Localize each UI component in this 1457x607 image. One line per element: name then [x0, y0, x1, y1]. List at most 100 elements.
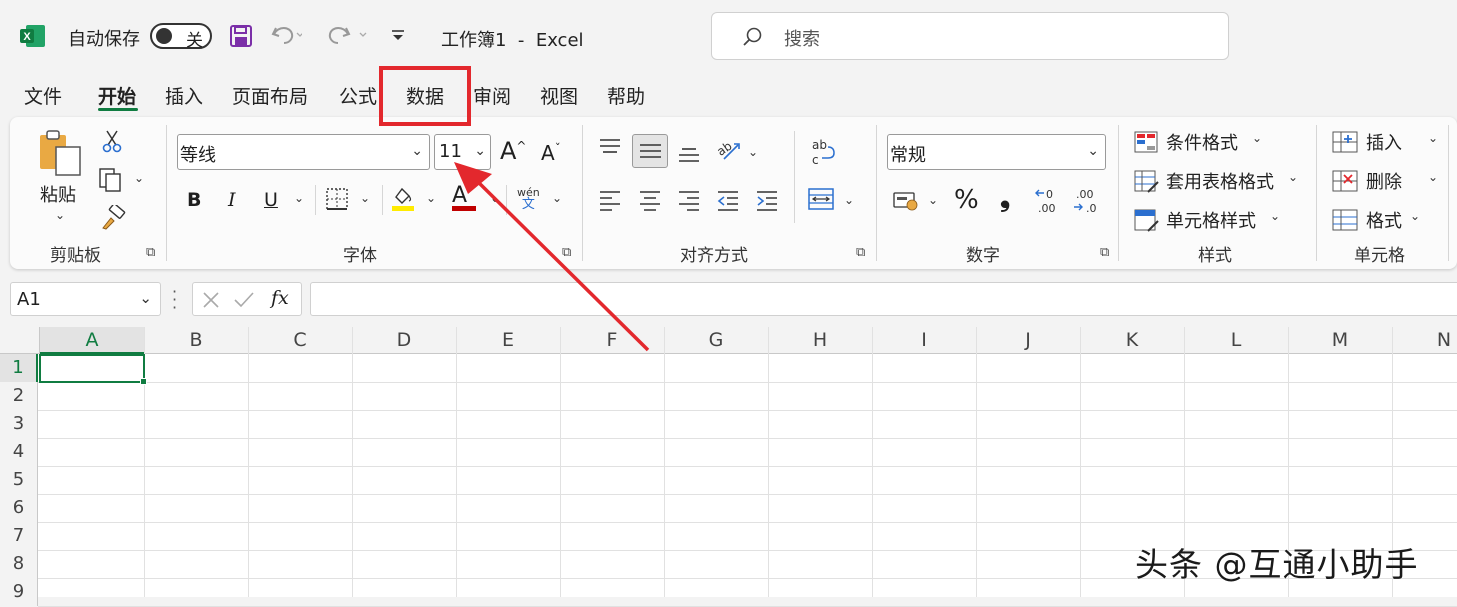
decrease-indent-icon[interactable] — [716, 189, 740, 211]
orientation-chevron-icon[interactable]: ⌄ — [748, 145, 758, 159]
enter-icon[interactable] — [233, 290, 255, 310]
column-header-n[interactable]: N — [1392, 327, 1457, 354]
column-header-i[interactable]: I — [872, 327, 976, 354]
merge-center-icon[interactable] — [807, 187, 835, 211]
number-launcher-icon[interactable]: ⧉ — [1100, 245, 1109, 260]
formula-bar-grip-icon[interactable]: · · · — [172, 284, 177, 316]
alignment-launcher-icon[interactable]: ⧉ — [856, 245, 865, 260]
column-header-h[interactable]: H — [768, 327, 872, 354]
separator — [1118, 125, 1119, 261]
copy-chevron-icon[interactable]: ⌄ — [134, 171, 144, 185]
accounting-chevron-icon[interactable]: ⌄ — [928, 193, 938, 207]
paste-icon[interactable] — [38, 129, 82, 177]
select-all-corner[interactable] — [0, 327, 40, 354]
cancel-icon[interactable] — [201, 290, 221, 310]
align-bottom-icon[interactable] — [677, 143, 701, 165]
number-format-dropdown[interactable]: 常规 ⌄ — [887, 134, 1106, 170]
tab-file[interactable]: 文件 — [24, 82, 62, 109]
grid-column-line — [976, 327, 977, 597]
fill-color-chevron-icon[interactable]: ⌄ — [426, 191, 436, 205]
row-header-9[interactable]: 9 — [0, 578, 38, 606]
clipboard-group-title: 剪贴板 — [50, 246, 101, 266]
format-as-table-icon — [1134, 170, 1159, 193]
separator — [1316, 125, 1317, 261]
redo-icon[interactable] — [328, 22, 372, 48]
percent-style-button[interactable]: % — [954, 185, 979, 215]
search-box[interactable]: 搜索 — [711, 12, 1229, 60]
align-right-icon[interactable] — [677, 189, 701, 211]
cell-styles-icon — [1134, 209, 1159, 232]
column-header-g[interactable]: G — [664, 327, 768, 354]
autosave-toggle[interactable]: 关 — [150, 23, 212, 51]
column-header-m[interactable]: M — [1288, 327, 1392, 354]
separator — [315, 185, 316, 215]
row-header-1[interactable]: 1 — [0, 354, 38, 382]
column-header-c[interactable]: C — [248, 327, 352, 354]
bold-button[interactable]: B — [187, 189, 201, 211]
grid-column-line — [560, 327, 561, 597]
conditional-formatting-chevron-icon: ⌄ — [1252, 131, 1263, 145]
merge-center-chevron-icon[interactable]: ⌄ — [844, 193, 854, 207]
conditional-formatting-icon — [1134, 131, 1158, 153]
name-box[interactable]: A1 ⌄ — [10, 282, 161, 316]
format-cells-chevron-icon: ⌄ — [1410, 209, 1421, 223]
customize-toolbar-icon[interactable] — [390, 28, 406, 44]
tab-view[interactable]: 视图 — [540, 82, 578, 109]
tab-home[interactable]: 开始 — [98, 82, 136, 109]
increase-indent-icon[interactable] — [755, 189, 779, 211]
column-header-k[interactable]: K — [1080, 327, 1184, 354]
row-header-3[interactable]: 3 — [0, 410, 38, 438]
accounting-format-icon[interactable] — [892, 189, 920, 213]
tab-insert[interactable]: 插入 — [165, 82, 203, 109]
delete-cells-chevron-icon: ⌄ — [1428, 170, 1439, 184]
column-header-b[interactable]: B — [144, 327, 248, 354]
search-icon — [742, 26, 764, 48]
row-header-6[interactable]: 6 — [0, 494, 38, 522]
tab-formulas[interactable]: 公式 — [339, 82, 377, 109]
italic-button[interactable]: I — [228, 189, 236, 211]
tab-help[interactable]: 帮助 — [607, 82, 645, 109]
font-name-chevron-icon: ⌄ — [411, 143, 423, 159]
svg-text:0: 0 — [1046, 188, 1053, 201]
underline-button[interactable]: U — [264, 189, 278, 211]
font-size-value: 11 — [439, 141, 462, 162]
format-as-table-label: 套用表格格式 — [1166, 172, 1274, 193]
align-top-icon[interactable] — [598, 137, 622, 159]
row-header-5[interactable]: 5 — [0, 466, 38, 494]
row-header-7[interactable]: 7 — [0, 522, 38, 550]
row-header-8[interactable]: 8 — [0, 550, 38, 578]
paste-label[interactable]: 粘贴 — [40, 181, 76, 207]
decrease-decimal-icon[interactable]: .00.0 — [1072, 187, 1100, 215]
wrap-text-icon[interactable]: ab c — [810, 137, 838, 167]
font-name-dropdown[interactable]: 等线 ⌄ — [177, 134, 430, 170]
comma-style-button[interactable]: ❟ — [1000, 183, 1010, 214]
active-tab-underline — [98, 108, 138, 111]
column-header-l[interactable]: L — [1184, 327, 1288, 354]
insert-function-icon[interactable]: fx — [271, 287, 289, 309]
paste-chevron-icon[interactable]: ⌄ — [55, 208, 65, 222]
fill-color-icon[interactable] — [390, 185, 416, 213]
excel-logo-icon: X — [20, 24, 46, 48]
undo-icon[interactable] — [270, 22, 302, 48]
borders-chevron-icon[interactable]: ⌄ — [360, 191, 370, 205]
copy-icon[interactable] — [98, 167, 124, 193]
window-title: 工作簿1 - Excel — [441, 30, 584, 51]
column-header-j[interactable]: J — [976, 327, 1080, 354]
formula-buttons: fx — [192, 282, 302, 316]
tab-review[interactable]: 审阅 — [473, 82, 511, 109]
grid-row-line — [38, 438, 1457, 439]
row-header-2[interactable]: 2 — [0, 382, 38, 410]
tab-page-layout[interactable]: 页面布局 — [232, 82, 308, 109]
save-icon[interactable] — [229, 24, 253, 48]
column-header-a[interactable]: A — [40, 327, 144, 354]
row-header-4[interactable]: 4 — [0, 438, 38, 466]
underline-chevron-icon[interactable]: ⌄ — [294, 191, 304, 205]
selected-cell[interactable] — [39, 354, 147, 385]
borders-icon[interactable] — [325, 187, 349, 211]
format-painter-icon[interactable] — [100, 205, 126, 231]
cut-icon[interactable] — [102, 129, 122, 153]
increase-decimal-icon[interactable]: 0.00 — [1034, 187, 1062, 215]
orientation-icon[interactable]: ab — [714, 137, 742, 163]
fill-handle[interactable] — [140, 378, 147, 385]
clipboard-launcher-icon[interactable]: ⧉ — [146, 245, 155, 260]
